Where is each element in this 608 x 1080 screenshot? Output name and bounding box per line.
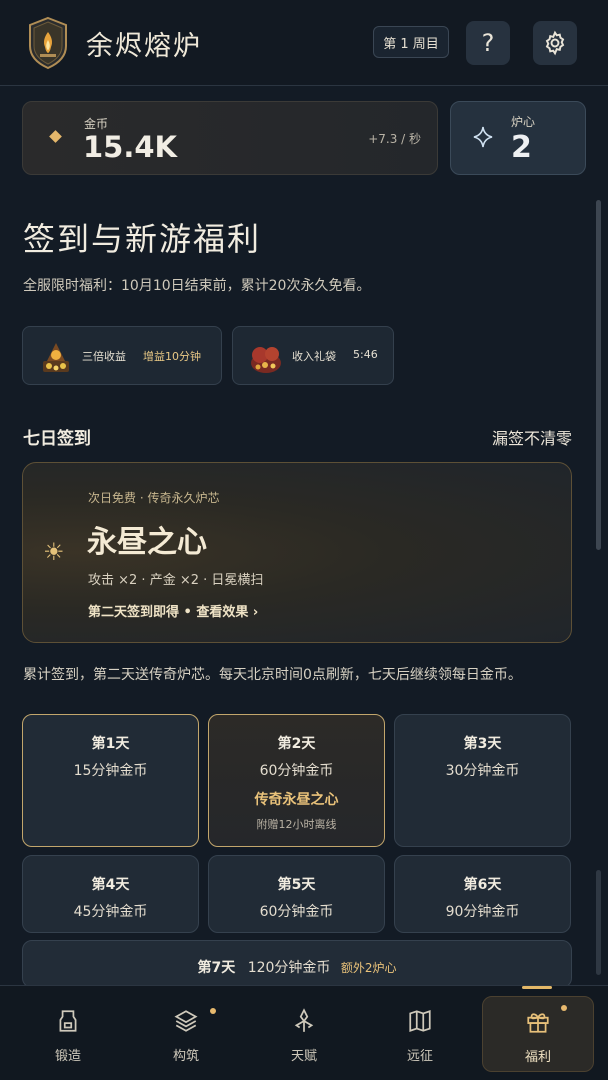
day-title: 第2天 — [277, 736, 316, 752]
core-card: 炉心 2 — [450, 101, 586, 175]
day-reward: 45分钟金币 — [73, 904, 148, 920]
day7-row: 第7天 120分钟金币 额外2炉心 — [23, 957, 571, 977]
layers-icon — [174, 1010, 198, 1032]
hero-stats: 攻击 ×2 · 产金 ×2 · 日冕横扫 — [88, 573, 264, 588]
bottom-nav: 锻造 构筑 天赋 远征 福利 — [0, 985, 608, 1080]
hero-title: 永昼之心 — [87, 525, 207, 560]
promo-timer: 5:46 — [353, 348, 378, 361]
day-note: 附赠12小时离线 — [256, 818, 337, 831]
nav-active-indicator — [522, 986, 552, 989]
nav-label: 福利 — [524, 1050, 551, 1065]
signin-heading: 七日签到 — [23, 429, 91, 449]
gold-value: 15.4K — [83, 130, 178, 164]
map-icon — [409, 1010, 431, 1032]
anvil-icon — [59, 1010, 77, 1032]
cycle-badge: 第 1 周目 — [373, 26, 449, 58]
day-card-1[interactable]: 第1天 15分钟金币 — [22, 714, 199, 847]
notification-dot — [561, 1005, 567, 1011]
nav-item-welfare[interactable]: 福利 — [482, 996, 594, 1072]
nav-label: 天赋 — [290, 1049, 317, 1064]
gold-coin-icon — [49, 130, 62, 143]
talent-icon — [294, 1008, 314, 1032]
day-card-3[interactable]: 第3天 30分钟金币 — [394, 714, 571, 847]
core-label: 炉心 — [511, 115, 536, 129]
gift-bag-icon — [251, 347, 281, 373]
signin-note: 漏签不清零 — [491, 429, 572, 448]
day-reward: 90分钟金币 — [445, 904, 520, 920]
day-reward: 30分钟金币 — [445, 763, 520, 779]
promo-name: 三倍收益 — [82, 350, 126, 363]
gift-icon — [527, 1013, 549, 1033]
day-reward: 60分钟金币 — [259, 904, 334, 920]
day-card-6[interactable]: 第6天 90分钟金币 — [394, 855, 571, 933]
day-title: 第4天 — [91, 877, 130, 893]
day-title: 第5天 — [277, 877, 316, 893]
gear-icon — [545, 30, 565, 56]
nav-label: 远征 — [406, 1049, 433, 1064]
notification-dot — [210, 1008, 216, 1014]
legendary-core-card[interactable]: ☀ 次日免费 · 传奇永久炉芯 永昼之心 攻击 ×2 · 产金 ×2 · 日冕横… — [22, 462, 572, 643]
sun-icon: ☀ — [43, 538, 65, 566]
promo-tag: 增益10分钟 — [143, 350, 201, 363]
gold-rate: +7.3 / 秒 — [368, 132, 421, 146]
forge-logo-icon — [29, 16, 67, 70]
top-bar: 余烬熔炉 第 1 周目 ? — [0, 0, 608, 86]
nav-item-forge[interactable]: 锻造 — [12, 996, 124, 1072]
page-title: 签到与新游福利 — [23, 220, 262, 258]
income-bag-chip[interactable]: 收入礼袋 5:46 — [232, 326, 394, 385]
triple-income-chip[interactable]: 三倍收益 增益10分钟 — [22, 326, 222, 385]
view-effect-link[interactable]: 第二天签到即得 • 查看效果 › — [88, 601, 258, 620]
day-card-2[interactable]: 第2天 60分钟金币 传奇永昼之心 附赠12小时离线 — [208, 714, 385, 847]
page-subtitle: 全服限时福利：10月10日结束前，累计20次永久免看。 — [23, 278, 371, 294]
day-reward: 15分钟金币 — [73, 763, 148, 779]
day-card-4[interactable]: 第4天 45分钟金币 — [22, 855, 199, 933]
nav-label: 构筑 — [172, 1049, 199, 1064]
day-card-7[interactable]: 第7天 120分钟金币 额外2炉心 — [22, 940, 572, 988]
settings-button[interactable] — [533, 21, 577, 65]
day-extra: 传奇永昼之心 — [254, 792, 339, 808]
nav-item-build[interactable]: 构筑 — [130, 996, 242, 1072]
day-title: 第7天 — [197, 960, 236, 976]
gold-card: 金币 15.4K +7.3 / 秒 — [22, 101, 438, 175]
day-title: 第1天 — [91, 736, 130, 752]
nav-item-talent[interactable]: 天赋 — [248, 996, 360, 1072]
day-reward: 60分钟金币 — [259, 763, 334, 779]
core-value: 2 — [511, 130, 532, 165]
nav-label: 锻造 — [54, 1049, 81, 1064]
day-bonus: 额外2炉心 — [340, 961, 397, 975]
hero-kicker: 次日免费 · 传奇永久炉芯 — [88, 491, 220, 505]
scrollbar-thumb[interactable] — [596, 200, 601, 550]
help-button[interactable]: ? — [466, 21, 510, 65]
day-title: 第6天 — [463, 877, 502, 893]
day-card-5[interactable]: 第5天 60分钟金币 — [208, 855, 385, 933]
promo-name: 收入礼袋 — [292, 350, 336, 363]
sparkle-icon — [473, 126, 493, 148]
signin-description: 累计签到，第二天送传奇炉芯。每天北京时间0点刷新，七天后继续领每日金币。 — [23, 667, 522, 683]
day-reward: 120分钟金币 — [247, 960, 331, 976]
day-title: 第3天 — [463, 736, 502, 752]
scrollbar-track[interactable] — [596, 870, 601, 975]
nav-item-expedition[interactable]: 远征 — [364, 996, 476, 1072]
treasure-forge-icon — [43, 343, 69, 372]
app-title: 余烬熔炉 — [86, 31, 202, 62]
